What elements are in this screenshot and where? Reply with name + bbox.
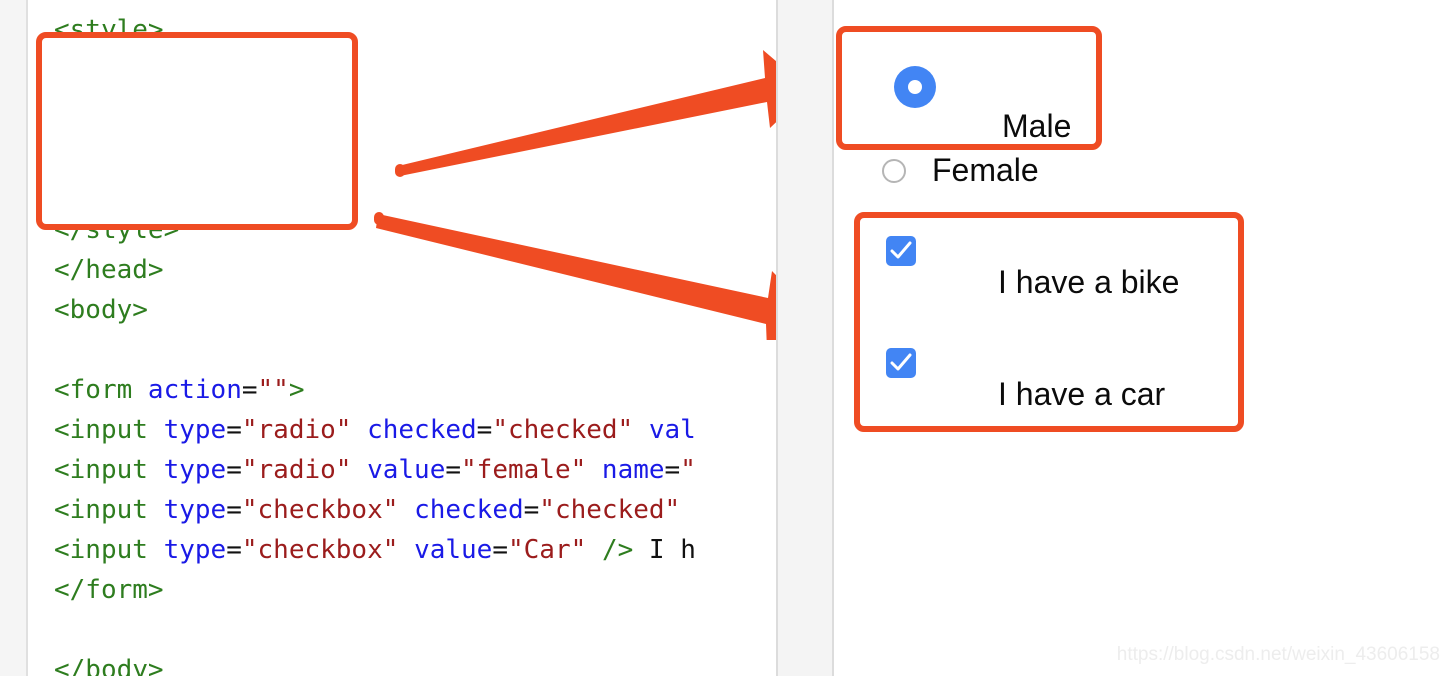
- code-token: name: [601, 455, 665, 485]
- checkbox-checked-icon[interactable]: [886, 236, 916, 266]
- code-token: I h: [633, 535, 696, 565]
- code-token: "radio": [241, 455, 352, 485]
- code-token: <input: [54, 535, 164, 565]
- code-token: =: [445, 455, 462, 485]
- radio-male-label: Male: [1002, 108, 1072, 144]
- code-token: type: [163, 455, 227, 485]
- code-line: <input type="checkbox" checked="checked": [54, 490, 696, 530]
- code-token: "checkbox": [241, 495, 399, 525]
- code-token: =: [492, 535, 508, 565]
- code-token: checked: [414, 495, 524, 525]
- code-token: <input: [54, 415, 164, 445]
- code-token: "radio": [241, 415, 352, 445]
- check-mark-icon: [890, 241, 912, 259]
- check-mark-icon: [890, 353, 912, 371]
- code-line: </head>: [54, 250, 696, 290]
- code-token: =: [226, 535, 242, 565]
- radio-checked-icon[interactable]: [894, 66, 936, 108]
- code-token: <input: [54, 495, 164, 525]
- code-token: val: [648, 415, 696, 445]
- checkbox-car-label: I have a car: [998, 376, 1166, 412]
- checkbox-bike[interactable]: [886, 236, 916, 266]
- code-line: </body>: [54, 650, 696, 676]
- code-token: type: [163, 415, 227, 445]
- code-token: <body>: [54, 295, 148, 325]
- code-token: type: [163, 535, 227, 565]
- code-token: </body>: [54, 655, 164, 676]
- code-token: </head>: [54, 255, 164, 285]
- code-editor-pane[interactable]: <style>input:checked { height: 50px; wid…: [30, 0, 776, 676]
- code-token: "checked": [539, 495, 681, 525]
- editor-gutter: [0, 0, 28, 676]
- screenshot-root: <style>input:checked { height: 50px; wid…: [0, 0, 1448, 676]
- highlight-box-css-rule: [36, 32, 358, 230]
- radio-unchecked-icon[interactable]: [882, 158, 906, 183]
- checkbox-bike-label: I have a bike: [998, 264, 1180, 300]
- code-line: <form action="">: [54, 370, 696, 410]
- code-token: =: [226, 415, 242, 445]
- code-token: <form: [54, 375, 148, 405]
- code-line: <body>: [54, 290, 696, 330]
- pane-divider: [776, 0, 834, 676]
- code-token: />: [601, 535, 634, 565]
- code-token: checked: [367, 415, 477, 445]
- watermark: https://blog.csdn.net/weixin_43606158: [1116, 644, 1440, 665]
- code-token: =: [664, 455, 681, 485]
- code-token: "Car": [508, 535, 587, 565]
- checkbox-checked-icon[interactable]: [886, 348, 916, 378]
- code-line: <input type="checkbox" value="Car" /> I …: [54, 530, 696, 570]
- code-token: >: [288, 375, 305, 405]
- code-token: ": [680, 455, 696, 485]
- code-token: type: [163, 495, 227, 525]
- code-token: "checked": [492, 415, 634, 445]
- code-token: "female": [461, 455, 587, 485]
- code-token: "": [257, 375, 289, 405]
- code-token: =: [241, 375, 258, 405]
- code-token: action: [147, 375, 242, 405]
- radio-female[interactable]: Female: [882, 152, 1039, 189]
- code-token: value: [367, 455, 446, 485]
- code-token: =: [476, 415, 493, 445]
- radio-male[interactable]: [894, 66, 936, 108]
- code-token: <input: [54, 455, 164, 485]
- checkbox-car[interactable]: [886, 348, 916, 378]
- code-line: <input type="radio" checked="checked" va…: [54, 410, 696, 450]
- code-line: <input type="radio" value="female" name=…: [54, 450, 696, 490]
- code-token: =: [226, 455, 242, 485]
- code-token: =: [523, 495, 540, 525]
- code-token: =: [226, 495, 242, 525]
- radio-female-label: Female: [932, 152, 1039, 188]
- code-token: value: [414, 535, 493, 565]
- code-token: </form>: [54, 575, 164, 605]
- code-line: </form>: [54, 570, 696, 610]
- code-token: "checkbox": [241, 535, 399, 565]
- preview-pane: Male Female I have a bike I have a car h…: [834, 0, 1448, 676]
